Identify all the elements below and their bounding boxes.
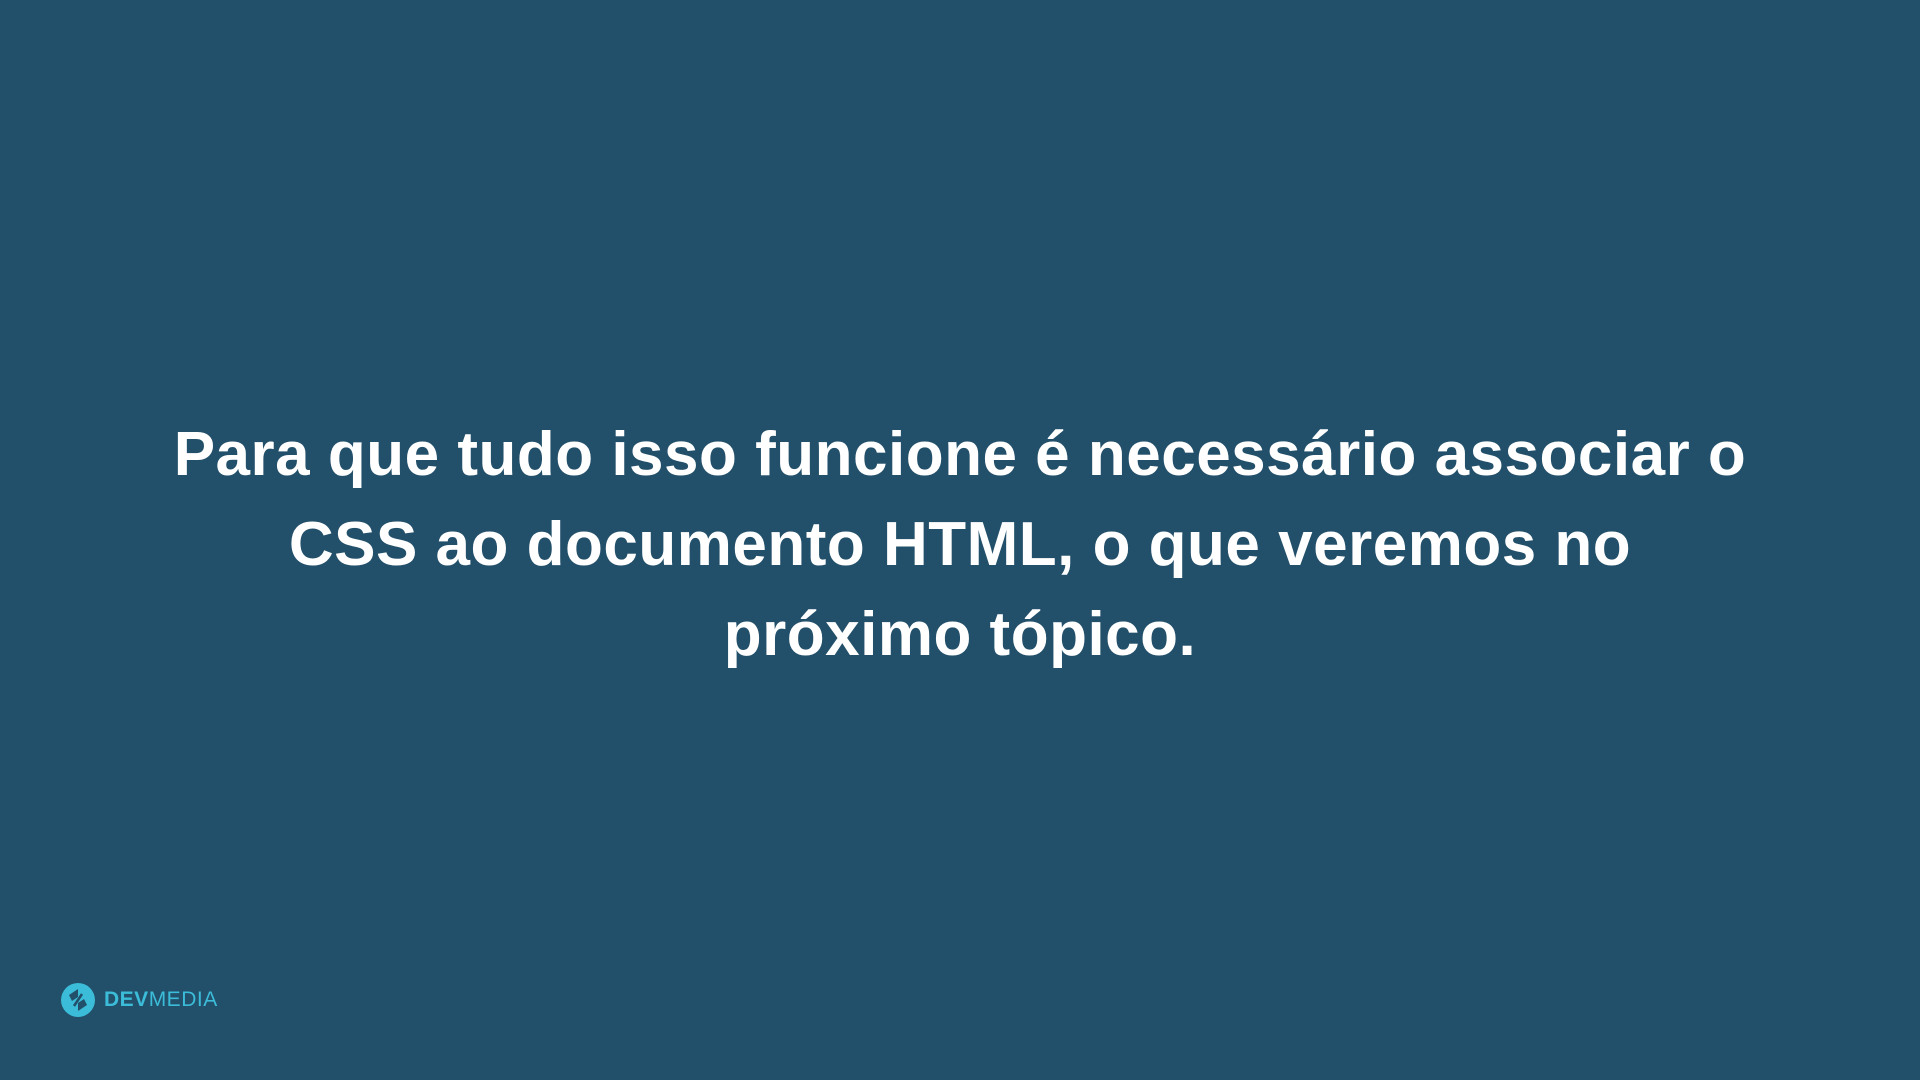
brand-name-strong: DEV: [104, 988, 149, 1011]
message-line-2: CSS ao documento HTML, o que veremos no: [288, 510, 1632, 579]
message-line-3: próximo tópico.: [723, 600, 1197, 669]
devmedia-logo-icon: [61, 983, 95, 1017]
slide-message: Para que tudo isso funcione é necessário…: [100, 410, 1820, 680]
slide: Para que tudo isso funcione é necessário…: [0, 0, 1920, 1080]
brand-name-light: MEDIA: [148, 988, 218, 1011]
devmedia-logo: DEVMEDIA: [60, 980, 218, 1020]
message-line-1: Para que tudo isso funcione é necessário…: [173, 420, 1747, 489]
devmedia-logo-text: DEVMEDIA: [104, 982, 218, 1018]
